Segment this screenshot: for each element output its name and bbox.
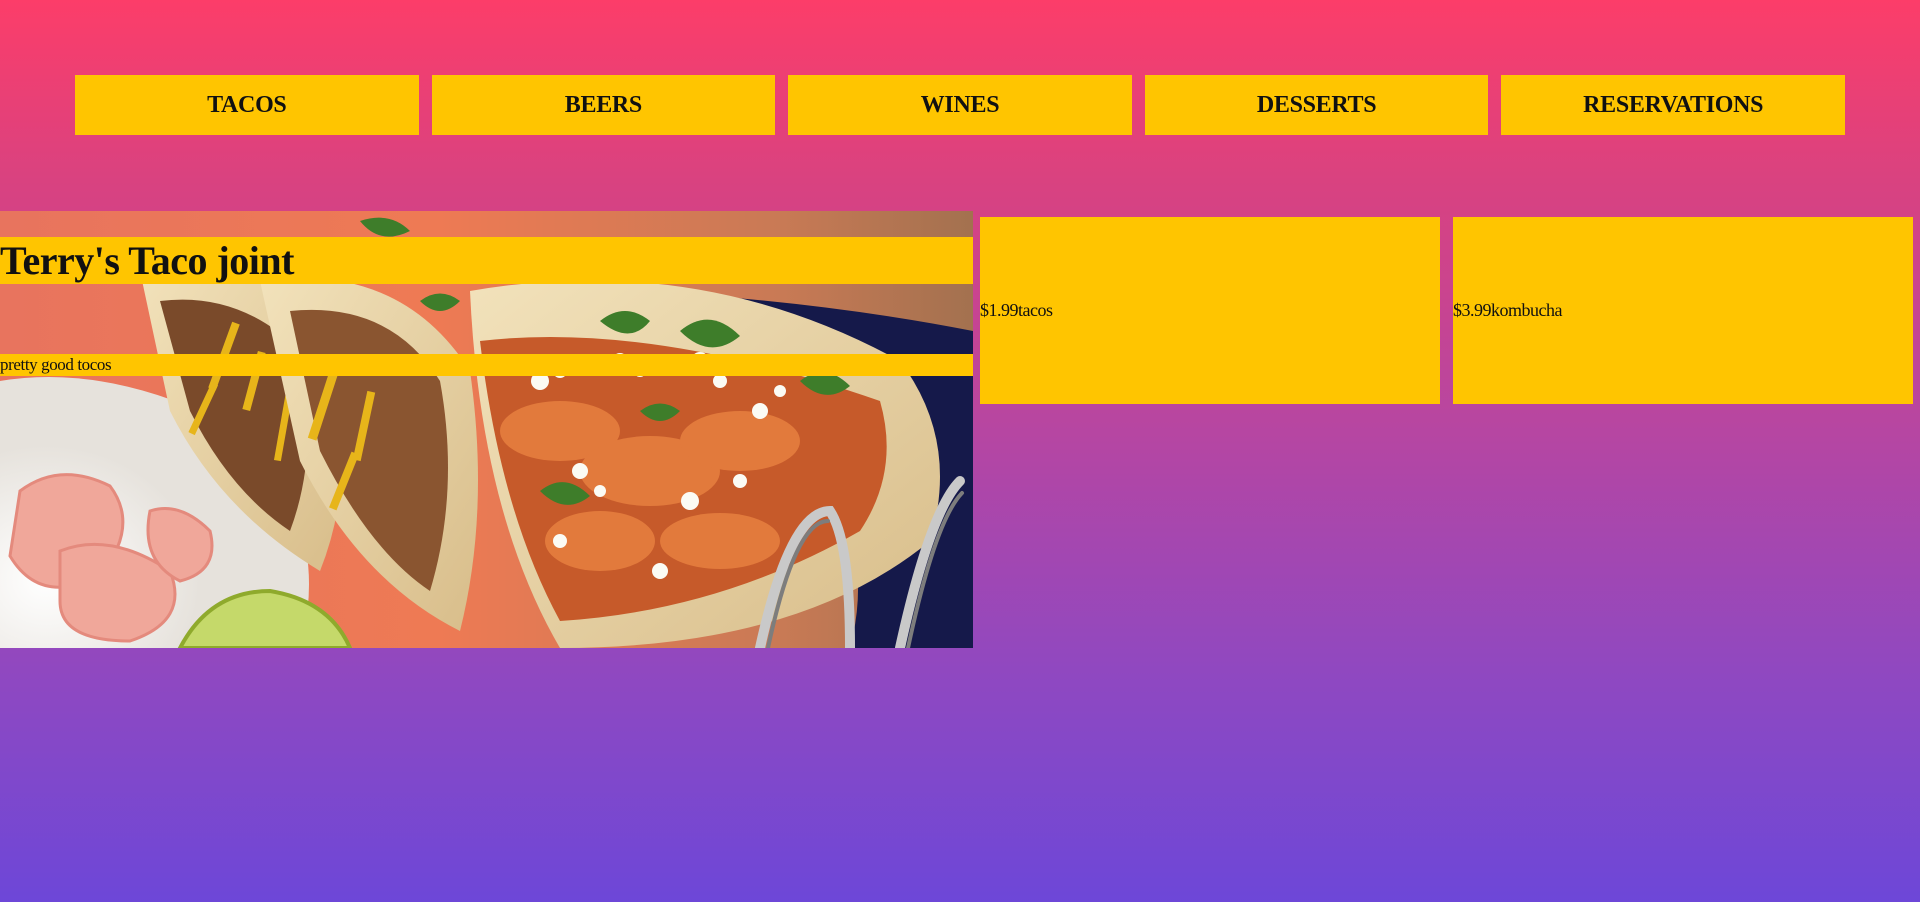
nav-item-wines[interactable]: WINES — [788, 75, 1132, 135]
hero-banner: Terry's Taco joint pretty good tocos — [0, 211, 973, 648]
nav-item-desserts[interactable]: DESSERTS — [1144, 75, 1489, 135]
nav-item-label: DESSERTS — [1256, 91, 1377, 118]
menu-price: $1.99 — [980, 300, 1019, 320]
menu-item-name: tacos — [1018, 300, 1053, 320]
menu-item-name: kombucha — [1491, 300, 1562, 320]
menu-card-tacos[interactable]: $1.99tacos — [980, 217, 1440, 404]
nav-item-reservations[interactable]: RESERVATIONS — [1501, 75, 1845, 135]
nav-item-label: BEERS — [564, 91, 643, 118]
menu-card-kombucha[interactable]: $3.99kombucha — [1453, 217, 1913, 404]
nav-item-label: WINES — [920, 91, 1000, 118]
nav-item-tacos[interactable]: TACOS — [75, 75, 419, 135]
nav-item-beers[interactable]: BEERS — [431, 75, 776, 135]
main-nav: TACOS BEERS WINES DESSERTS RESERVATIONS — [75, 75, 1845, 135]
nav-item-label: TACOS — [207, 91, 287, 118]
nav-item-label: RESERVATIONS — [1583, 91, 1764, 118]
menu-price: $3.99 — [1453, 300, 1492, 320]
menu-card-text: $3.99kombucha — [1453, 300, 1562, 321]
page-title: Terry's Taco joint — [0, 237, 973, 284]
menu-card-text: $1.99tacos — [980, 300, 1053, 321]
tagline: pretty good tocos — [0, 354, 973, 376]
